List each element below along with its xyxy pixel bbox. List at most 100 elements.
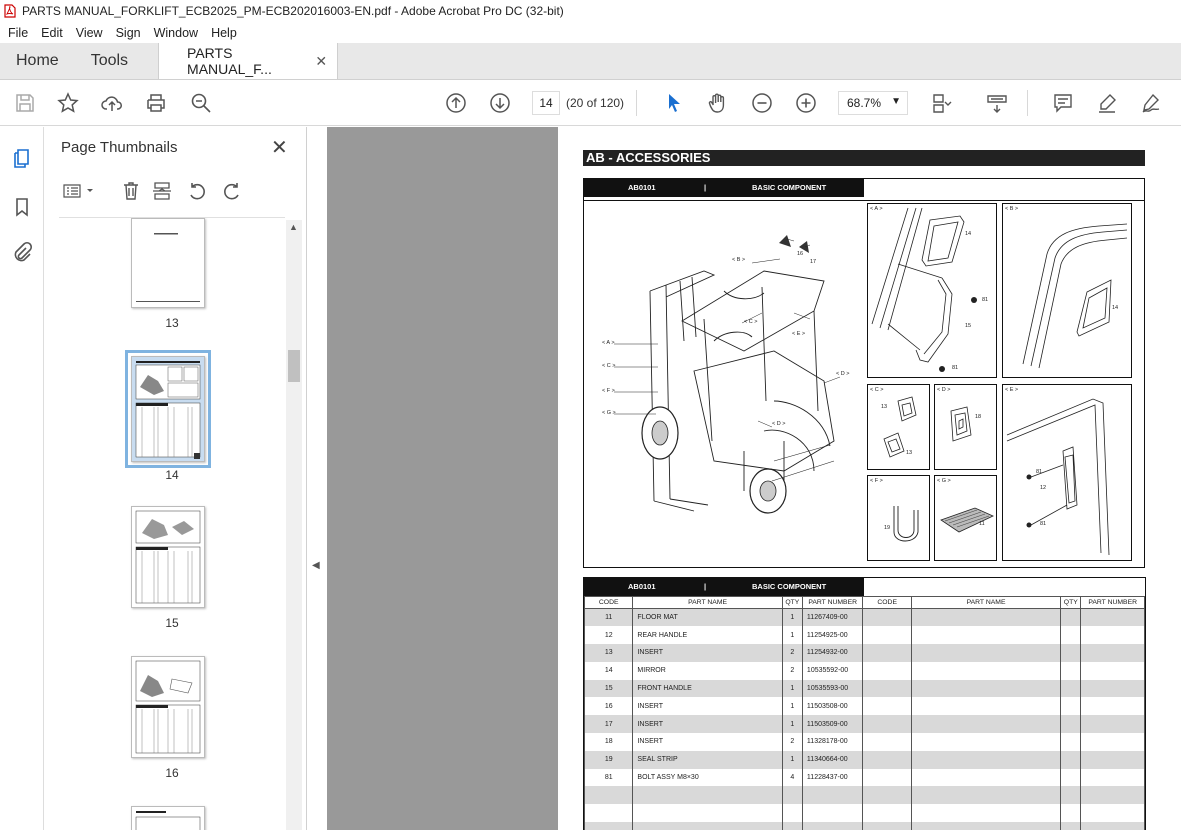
cell-qty: 1 bbox=[781, 697, 803, 716]
thumbnail-scrollbar[interactable]: ▲ bbox=[286, 220, 302, 830]
callout-14: 14 bbox=[965, 231, 972, 237]
cell-name bbox=[910, 644, 1062, 662]
select-cursor-icon[interactable] bbox=[661, 90, 687, 116]
keyboard-scroll-icon[interactable] bbox=[984, 90, 1010, 116]
zoom-level-select[interactable]: 68.7% ▼ bbox=[838, 91, 908, 115]
cell-qty: 2 bbox=[781, 661, 803, 680]
cell-name bbox=[910, 679, 1062, 698]
cell-number bbox=[1080, 697, 1145, 716]
options-menu-icon[interactable] bbox=[59, 179, 99, 203]
table-row bbox=[583, 786, 1145, 805]
callout-d: < D > bbox=[772, 421, 786, 427]
thumbnail-list[interactable]: 13 14 15 16 bbox=[59, 217, 285, 830]
thumbnail-page-16[interactable] bbox=[131, 656, 205, 758]
thumbnail-page-15[interactable] bbox=[131, 506, 205, 608]
scrollbar-thumb[interactable] bbox=[288, 350, 300, 382]
cell-name bbox=[910, 608, 1062, 627]
tab-document[interactable]: PARTS MANUAL_F... ✕ bbox=[158, 43, 339, 79]
menu-window[interactable]: Window bbox=[154, 26, 198, 40]
rotate-right-icon[interactable] bbox=[220, 179, 244, 203]
menu-edit[interactable]: Edit bbox=[41, 26, 63, 40]
thumbnail-label: 16 bbox=[165, 766, 179, 780]
menu-file[interactable]: File bbox=[8, 26, 28, 40]
zoom-search-icon[interactable] bbox=[188, 90, 214, 116]
next-page-icon[interactable] bbox=[487, 90, 513, 116]
thumbnail-page-13[interactable] bbox=[131, 218, 205, 308]
document-viewer[interactable]: AB - ACCESSORIES AB0101 | BASIC COMPONEN… bbox=[327, 127, 1181, 830]
panel-title: Page Thumbnails bbox=[61, 139, 178, 156]
zoom-in-icon[interactable] bbox=[793, 90, 819, 116]
cell-code bbox=[862, 715, 912, 734]
toolbar: 14 (20 of 120) 68.7% ▼ bbox=[0, 80, 1181, 126]
fill-sign-icon[interactable] bbox=[1138, 90, 1164, 116]
group-code: AB0101 bbox=[628, 582, 656, 591]
insert-page-icon[interactable] bbox=[150, 179, 174, 203]
page-display-icon[interactable] bbox=[928, 90, 954, 116]
save-icon[interactable] bbox=[12, 90, 38, 116]
cell-name: INSERT bbox=[632, 715, 783, 734]
cell-code bbox=[583, 822, 634, 830]
callout-13: 13 bbox=[881, 404, 888, 410]
cell-number bbox=[1080, 750, 1145, 769]
tab-home[interactable]: Home bbox=[0, 43, 75, 79]
callout-19: 19 bbox=[884, 525, 891, 531]
cell-number bbox=[1080, 626, 1145, 645]
menu-help[interactable]: Help bbox=[211, 26, 237, 40]
tab-tools[interactable]: Tools bbox=[75, 43, 144, 79]
rotate-left-icon[interactable] bbox=[185, 179, 209, 203]
detail-g: < G > 11 bbox=[934, 475, 997, 561]
cell-code: 14 bbox=[583, 661, 634, 680]
col-part-name-2: PART NAME bbox=[910, 596, 1062, 609]
cell-name: FRONT HANDLE bbox=[632, 679, 783, 698]
detail-e: < E > 81 12 81 bbox=[1002, 384, 1132, 561]
delete-trash-icon[interactable] bbox=[119, 179, 143, 203]
cell-name bbox=[632, 804, 783, 823]
upload-cloud-icon[interactable] bbox=[99, 90, 125, 116]
callout-c: < C > bbox=[602, 363, 616, 369]
comment-icon[interactable] bbox=[1050, 90, 1076, 116]
hand-tool-icon[interactable] bbox=[705, 90, 731, 116]
cell-name: MIRROR bbox=[632, 661, 783, 680]
cell-number: 11340664-00 bbox=[801, 750, 864, 769]
scroll-up-icon[interactable]: ▲ bbox=[289, 222, 298, 232]
cell-name bbox=[910, 822, 1062, 830]
tab-close-icon[interactable]: ✕ bbox=[315, 53, 327, 70]
callout-16: 16 bbox=[797, 251, 804, 257]
group-code: AB0101 bbox=[628, 183, 656, 192]
table-row: 16 INSERT 1 11503508-00 bbox=[583, 697, 1145, 716]
zoom-level-value: 68.7% bbox=[847, 96, 882, 110]
bookmark-star-icon[interactable] bbox=[55, 90, 81, 116]
table-row: 81 BOLT ASSY M8×30 4 11228437-00 bbox=[583, 768, 1145, 787]
cell-name: REAR HANDLE bbox=[632, 626, 783, 645]
illustration-box: AB0101 | BASIC COMPONENT < A > < C > < F… bbox=[583, 178, 1145, 568]
panel-close-icon[interactable]: ✕ bbox=[271, 135, 288, 160]
thumbnail-label: 14 bbox=[165, 468, 179, 482]
callout-12: 12 bbox=[1040, 485, 1047, 491]
cell-name bbox=[910, 661, 1062, 680]
zoom-out-icon[interactable] bbox=[749, 90, 775, 116]
menu-view[interactable]: View bbox=[76, 26, 103, 40]
table-row: 18 INSERT 2 11328178-00 bbox=[583, 733, 1145, 751]
collapse-panel-icon[interactable]: ◀ bbox=[312, 560, 320, 571]
bookmark-icon[interactable] bbox=[10, 195, 34, 219]
cell-number bbox=[1080, 715, 1145, 734]
menu-sign[interactable]: Sign bbox=[116, 26, 141, 40]
cell-qty: 1 bbox=[781, 750, 803, 769]
page-number-input[interactable]: 14 bbox=[532, 91, 560, 115]
cell-code bbox=[583, 804, 634, 823]
callout-b: < B > bbox=[732, 257, 746, 263]
cell-qty bbox=[1060, 697, 1082, 716]
cell-code: 11 bbox=[583, 608, 634, 627]
callout-81: 81 bbox=[1036, 469, 1043, 475]
cell-number bbox=[801, 822, 864, 830]
prev-page-icon[interactable] bbox=[443, 90, 469, 116]
cell-code bbox=[862, 608, 912, 627]
highlight-pen-icon[interactable] bbox=[1094, 90, 1120, 116]
page-thumbnails-icon[interactable] bbox=[10, 147, 34, 171]
print-icon[interactable] bbox=[143, 90, 169, 116]
attachment-icon[interactable] bbox=[10, 240, 34, 264]
title-bar: PARTS MANUAL_FORKLIFT_ECB2025_PM-ECB2020… bbox=[0, 0, 1181, 22]
cell-number bbox=[801, 786, 864, 805]
thumbnail-page-17[interactable] bbox=[131, 806, 205, 830]
thumbnail-page-14[interactable] bbox=[125, 350, 211, 468]
